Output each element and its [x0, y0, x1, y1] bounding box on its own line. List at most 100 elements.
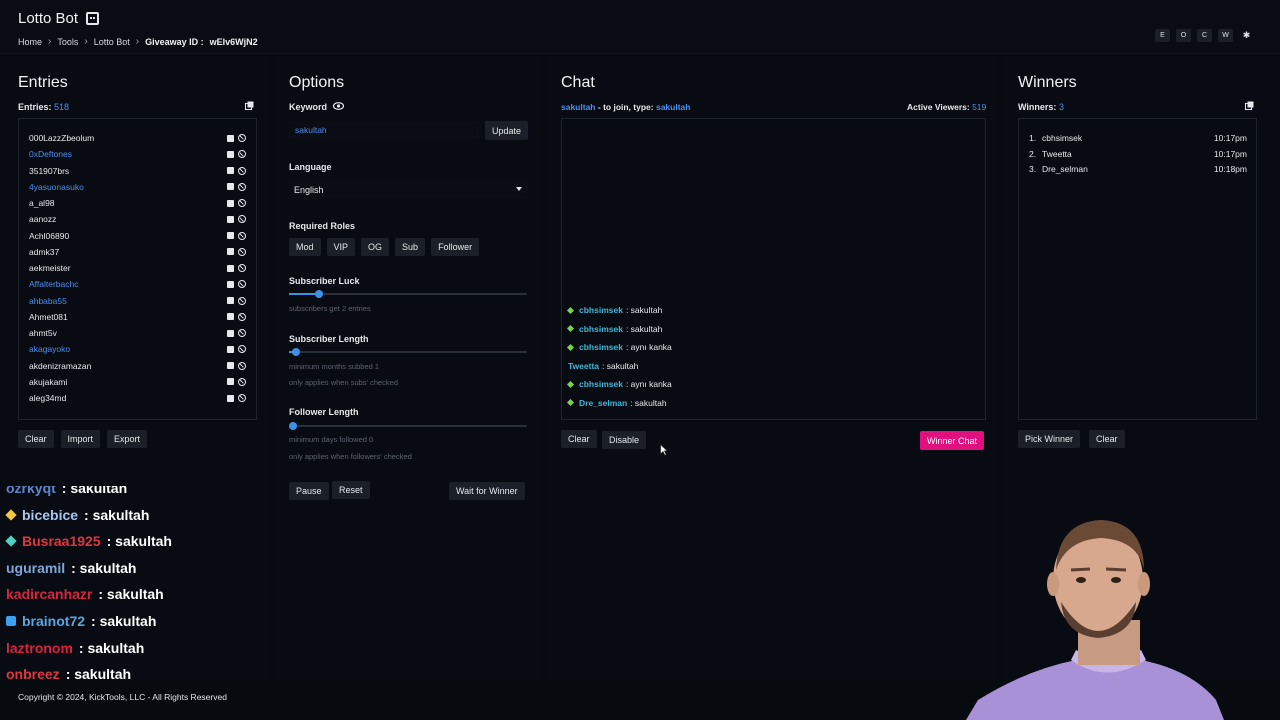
- winners-clear-button[interactable]: Clear: [1089, 430, 1125, 448]
- entry-name[interactable]: Achl06890: [29, 231, 69, 241]
- winners-count-value: 3: [1058, 102, 1064, 112]
- role-sub-button[interactable]: Sub: [395, 238, 426, 256]
- checkbox-icon[interactable]: [227, 232, 234, 239]
- role-mod-button[interactable]: Mod: [289, 238, 321, 256]
- ban-icon[interactable]: [238, 394, 246, 402]
- ban-icon[interactable]: [238, 264, 246, 272]
- checkbox-icon[interactable]: [227, 378, 234, 386]
- ban-icon[interactable]: [238, 280, 246, 289]
- breadcrumb-tools[interactable]: Tools: [57, 37, 78, 47]
- checkbox-icon[interactable]: [227, 150, 234, 158]
- settings-icon[interactable]: ✱: [1239, 29, 1254, 42]
- reset-button[interactable]: Reset: [332, 481, 370, 499]
- chat-username[interactable]: cbhsimsek: [579, 342, 623, 352]
- role-og-button[interactable]: OG: [361, 238, 390, 256]
- winners-count: Winners: 3: [1018, 102, 1064, 112]
- checkbox-icon[interactable]: [227, 280, 234, 288]
- entries-list[interactable]: 000LazzZbeolum 0xDeftones 351907brs 4yasuon…: [18, 118, 257, 420]
- entries-toggle-button[interactable]: E: [1155, 29, 1170, 42]
- checkbox-icon[interactable]: [227, 134, 234, 142]
- ban-icon[interactable]: [238, 134, 246, 142]
- ban-icon[interactable]: [238, 182, 246, 191]
- ban-icon[interactable]: [238, 361, 246, 370]
- ban-icon[interactable]: [238, 329, 246, 337]
- chat-username[interactable]: cbhsimsek: [579, 305, 623, 315]
- chat-toggle-button[interactable]: C: [1197, 29, 1212, 42]
- winners-toggle-button[interactable]: W: [1218, 29, 1233, 42]
- ban-icon[interactable]: [238, 231, 246, 240]
- entry-name[interactable]: akujakami: [29, 377, 67, 387]
- checkbox-icon[interactable]: [227, 345, 234, 353]
- checkbox-icon[interactable]: [227, 362, 234, 369]
- entry-name[interactable]: akagayoko: [29, 344, 70, 354]
- role-vip-button[interactable]: VIP: [326, 238, 356, 256]
- emerald-badge-icon: [566, 324, 575, 333]
- checkbox-icon[interactable]: [227, 264, 234, 272]
- entry-name[interactable]: aekmeister: [29, 263, 71, 273]
- entries-export-button[interactable]: Export: [107, 430, 148, 448]
- chat-username[interactable]: cbhsimsek: [579, 324, 623, 334]
- checkbox-icon[interactable]: [227, 329, 234, 337]
- chat-username[interactable]: Dre_selman: [579, 398, 627, 408]
- pause-button[interactable]: Pause: [289, 482, 329, 500]
- entry-name[interactable]: aleg34md: [29, 393, 66, 403]
- subscriber-luck-knob[interactable]: [314, 290, 323, 298]
- copy-icon[interactable]: [245, 101, 254, 110]
- follower-length-slider[interactable]: [289, 422, 527, 430]
- keyword-input[interactable]: sakultah: [289, 121, 479, 139]
- ban-icon[interactable]: [238, 166, 246, 175]
- chat-box[interactable]: cbhsimsek: sakultah cbhsimsek: sakultah cb…: [561, 118, 986, 420]
- chat-text: : sakultah: [630, 397, 667, 408]
- winners-copy-icon[interactable]: [1245, 101, 1254, 110]
- chat-username[interactable]: Tweetta: [568, 361, 599, 371]
- ban-icon[interactable]: [238, 150, 246, 159]
- ban-icon[interactable]: [238, 247, 246, 256]
- ban-icon[interactable]: [238, 345, 246, 354]
- checkbox-icon[interactable]: [227, 394, 234, 402]
- entry-name[interactable]: Affalterbachc: [29, 279, 78, 289]
- entry-name[interactable]: admk37: [29, 247, 59, 257]
- ban-icon[interactable]: [238, 296, 246, 305]
- checkbox-icon[interactable]: [227, 215, 234, 223]
- follower-length-knob[interactable]: [289, 422, 297, 430]
- entries-import-button[interactable]: Import: [60, 430, 101, 448]
- language-select[interactable]: English: [289, 180, 527, 199]
- role-follower-button[interactable]: Follower: [431, 238, 480, 256]
- checkbox-icon[interactable]: [227, 199, 234, 207]
- entry-name[interactable]: Ahmet081: [29, 312, 68, 322]
- ban-icon[interactable]: [238, 377, 246, 386]
- entry-name[interactable]: akdenizramazan: [29, 361, 91, 371]
- entry-name[interactable]: a_al98: [29, 198, 55, 208]
- eye-icon[interactable]: [332, 102, 345, 112]
- ban-icon[interactable]: [238, 215, 246, 224]
- entry-name[interactable]: 4yasuonasuko: [29, 182, 84, 192]
- entry-name[interactable]: aanozz: [29, 214, 56, 224]
- checkbox-icon[interactable]: [227, 297, 234, 304]
- update-button[interactable]: Update: [485, 121, 529, 140]
- entry-name[interactable]: ahbaba55: [29, 296, 67, 306]
- ban-icon[interactable]: [238, 312, 246, 321]
- chat-username[interactable]: cbhsimsek: [579, 379, 623, 389]
- breadcrumb-lotto-bot[interactable]: Lotto Bot: [94, 37, 130, 47]
- checkbox-icon[interactable]: [227, 248, 234, 256]
- chat-clear-button[interactable]: Clear: [561, 430, 597, 448]
- entries-clear-button[interactable]: Clear: [18, 430, 54, 448]
- options-toggle-button[interactable]: O: [1176, 29, 1191, 42]
- checkbox-icon[interactable]: [227, 167, 234, 174]
- winner-chat-button[interactable]: Winner Chat: [920, 431, 985, 450]
- pick-winner-button[interactable]: Pick Winner: [1018, 430, 1081, 448]
- wait-for-winner-button[interactable]: Wait for Winner: [449, 482, 525, 500]
- chat-channel[interactable]: sakultah: [561, 102, 596, 112]
- checkbox-icon[interactable]: [227, 183, 234, 191]
- subscriber-length-slider[interactable]: [289, 348, 527, 356]
- chat-message: cbhsimsek: sakultah: [566, 305, 662, 315]
- entry-name[interactable]: ahmt5v: [29, 328, 57, 338]
- entry-name[interactable]: 351907brs: [29, 166, 69, 176]
- ban-icon[interactable]: [238, 199, 246, 207]
- subscriber-luck-slider[interactable]: [289, 290, 527, 298]
- chat-disable-button[interactable]: Disable: [602, 431, 647, 449]
- checkbox-icon[interactable]: [227, 313, 234, 321]
- entry-name[interactable]: 0xDeftones: [29, 149, 72, 159]
- breadcrumb-home[interactable]: Home: [18, 37, 42, 47]
- entry-name[interactable]: 000LazzZbeolum: [29, 133, 94, 143]
